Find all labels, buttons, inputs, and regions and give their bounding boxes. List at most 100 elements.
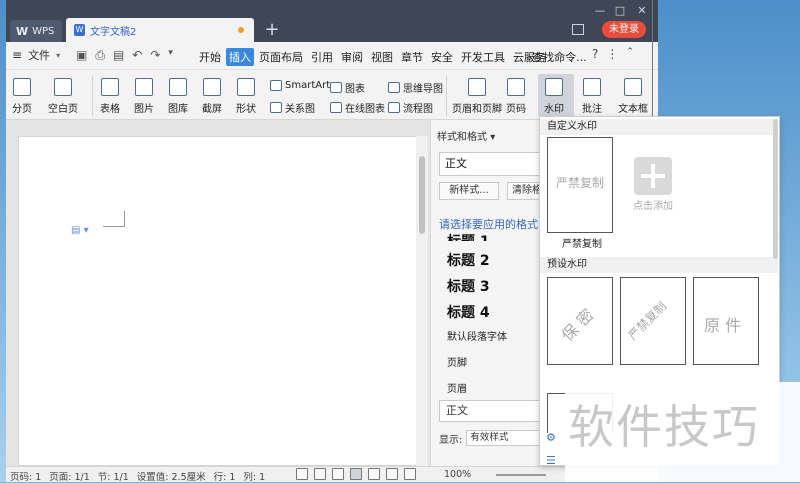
online-chart-button[interactable]: 在线图表 (330, 100, 385, 115)
watermark-inner: 水印 (544, 78, 564, 115)
style-heading-4[interactable]: 标题 4 (447, 302, 490, 322)
proofread-icon[interactable] (314, 468, 326, 480)
paragraph-layout-icon[interactable]: ▤ ▾ (71, 225, 89, 236)
tab-review[interactable]: 审阅 (338, 48, 366, 66)
new-style-button[interactable]: 新样式... (439, 182, 499, 200)
document-area: ▤ ▾ (6, 120, 430, 466)
delete-watermark-icon[interactable]: ☰ (546, 454, 556, 467)
command-search[interactable]: ⌕查找命令... (526, 49, 587, 65)
save-icon[interactable]: ▣ (76, 48, 87, 63)
flowchart-button[interactable]: 流程图 (388, 100, 433, 115)
more-icon[interactable]: ▾ (168, 48, 173, 63)
picture-button[interactable]: 图片 (134, 78, 154, 115)
tab-page-layout[interactable]: 页面布局 (256, 48, 306, 66)
eye-view-icon[interactable] (404, 468, 416, 480)
fullscreen-icon[interactable] (296, 468, 308, 480)
window-layout-icon[interactable] (572, 24, 584, 35)
status-page-num[interactable]: 页码: 1 (10, 469, 41, 483)
page-number-button[interactable]: 页码 (506, 78, 526, 115)
style-hint: 请选择要应用的格式 (439, 218, 538, 231)
page-break-button[interactable]: 分页 (12, 78, 32, 115)
screenshot-button[interactable]: 截屏 (202, 78, 222, 115)
outline-view-icon[interactable] (368, 468, 380, 480)
watermark-button[interactable]: 水印 (538, 74, 574, 116)
chevron-down-icon[interactable]: ▾ (56, 51, 60, 60)
document-page[interactable]: ▤ ▾ (18, 136, 418, 466)
insert-watermark-icon[interactable]: ⚙ (546, 431, 556, 444)
close-icon[interactable]: ✕ (634, 4, 650, 17)
mindmap-label: 思维导图 (403, 84, 443, 95)
shapes-button[interactable]: 形状 (236, 78, 256, 115)
status-col: 列: 1 (243, 472, 266, 483)
header-footer-button[interactable]: 页眉和页脚 (452, 78, 502, 115)
undo-icon[interactable]: ↶ (132, 48, 142, 63)
login-button[interactable]: 未登录 (602, 21, 646, 38)
preset-watermark-card[interactable]: 严禁复制 (620, 277, 686, 365)
maximize-icon[interactable]: □ (612, 4, 628, 17)
watermark-icon (545, 78, 563, 96)
print-icon[interactable]: ⎙ (95, 48, 105, 63)
style-body[interactable]: 正文 (439, 400, 549, 422)
collapse-icon[interactable]: ⌃ (626, 47, 634, 61)
smartart-button[interactable]: SmartArt (270, 80, 330, 91)
table-button[interactable]: 表格 (100, 78, 120, 115)
tab-security[interactable]: 安全 (428, 48, 456, 66)
style-header[interactable]: 页眉 (447, 380, 467, 395)
style-heading-3[interactable]: 标题 3 (447, 276, 490, 296)
styles-pane-title[interactable]: 样式和格式 ▾ (437, 128, 495, 143)
tab-start[interactable]: 开始 (196, 48, 224, 66)
page-view-icon[interactable] (350, 468, 362, 480)
new-tab-button[interactable]: + (262, 20, 282, 40)
document-tab[interactable]: W 文字文稿2 (66, 18, 254, 42)
settings-icon[interactable]: ⋮ (606, 47, 618, 61)
tab-view[interactable]: 视图 (368, 48, 396, 66)
style-heading-2[interactable]: 标题 2 (447, 250, 490, 270)
styles-pane-title-label: 样式和格式 (437, 132, 487, 143)
menu-tabs: 开始 插入 页面布局 引用 审阅 视图 章节 安全 开发工具 云服务 (196, 48, 551, 66)
page-break-label: 分页 (12, 104, 32, 115)
status-setting[interactable]: 设置值: 2.5厘米 (137, 469, 206, 483)
style-footer[interactable]: 页脚 (447, 354, 467, 369)
style-default-font[interactable]: 默认段落字体 (447, 328, 507, 343)
screenshot-label: 截屏 (202, 104, 222, 115)
page-break-icon (13, 78, 31, 96)
relation-button[interactable]: 关系图 (270, 100, 315, 115)
comment-button[interactable]: 批注 (582, 78, 602, 115)
redo-icon[interactable]: ↷ (150, 48, 160, 63)
overlay-watermark-text: 软件技巧 (565, 382, 800, 482)
preview-icon[interactable]: ▤ (113, 48, 124, 63)
current-style-field[interactable]: 正文 (439, 152, 549, 176)
minimize-icon[interactable]: — (592, 4, 608, 17)
file-menu[interactable]: 文件 (28, 47, 50, 63)
help-icon[interactable]: ? (592, 47, 598, 61)
smartart-label: SmartArt (285, 80, 331, 91)
scrollbar-thumb[interactable] (419, 156, 425, 234)
textbox-button[interactable]: 文本框 (618, 78, 648, 115)
show-select[interactable]: 有效样式 (466, 430, 547, 446)
gallery-button[interactable]: 图库 (168, 78, 188, 115)
chart-button[interactable]: 图表 (330, 80, 365, 95)
zoom-slider[interactable] (496, 474, 546, 476)
document-scrollbar[interactable] (416, 136, 428, 466)
add-watermark-button[interactable] (634, 157, 672, 195)
divider (446, 76, 447, 116)
page-number-icon (507, 78, 525, 96)
preset-watermark-card[interactable]: 原 件 (693, 277, 759, 365)
tab-reference[interactable]: 引用 (308, 48, 336, 66)
page-number-label: 页码 (506, 104, 526, 115)
zoom-level[interactable]: 100% (444, 469, 471, 480)
custom-watermark-card[interactable]: 严禁复制 (547, 137, 613, 233)
wps-home-tab[interactable]: W WPS (10, 20, 62, 42)
tab-insert[interactable]: 插入 (226, 48, 254, 66)
preset-watermark-card[interactable]: 保 密 (547, 277, 613, 365)
tab-chapter[interactable]: 章节 (398, 48, 426, 66)
mindmap-button[interactable]: 思维导图 (388, 80, 443, 95)
tab-developer[interactable]: 开发工具 (458, 48, 508, 66)
style-heading-1[interactable]: 标题 1 (447, 231, 490, 241)
pen-icon[interactable] (332, 468, 344, 480)
blank-page-button[interactable]: 空白页 (48, 78, 78, 115)
custom-card-label: 严禁复制 (562, 239, 602, 250)
web-view-icon[interactable] (386, 468, 398, 480)
watermark-scrollbar[interactable] (773, 119, 778, 259)
hamburger-icon[interactable]: ≡ (12, 48, 22, 62)
